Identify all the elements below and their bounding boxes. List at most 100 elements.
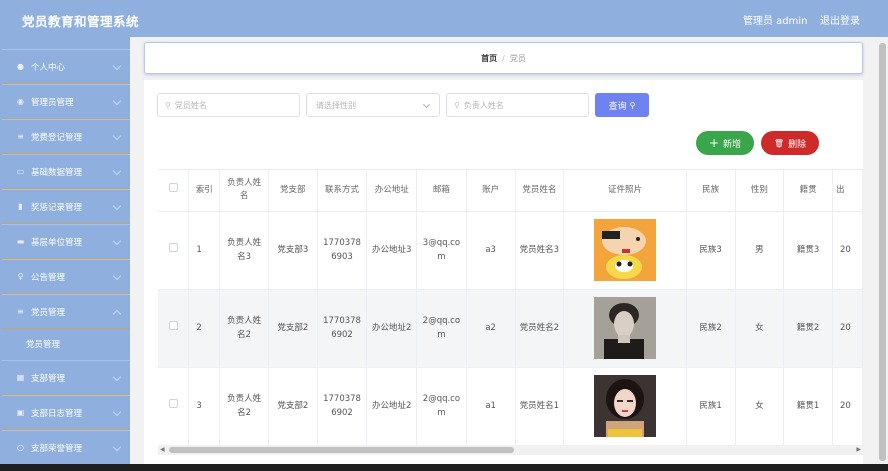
table-header-row: 索引 负责人姓名 党支部 联系方式 办公地址 邮箱 账户 党员姓名 证件照片 民… xyxy=(158,170,863,212)
scrollbar-thumb[interactable] xyxy=(879,43,886,461)
cell-ethnic: 民族3 xyxy=(686,211,736,290)
cell-photo xyxy=(563,367,687,445)
chevron-down-icon xyxy=(112,166,122,176)
id-photo[interactable] xyxy=(594,375,656,437)
cell-phone: 17703786902 xyxy=(317,367,368,445)
sidebar-item-label: 支部管理 xyxy=(31,373,66,384)
cell-birth: 20 xyxy=(832,289,863,368)
id-photo[interactable] xyxy=(594,297,656,359)
table-row[interactable]: 3 负责人姓名2 党支部2 17703786902 办公地址2 2@qq.com… xyxy=(158,367,863,445)
cell-phone: 17703786903 xyxy=(317,211,368,290)
cell-office: 办公地址2 xyxy=(366,289,418,368)
cell-branch: 党支部3 xyxy=(268,211,318,290)
member-name-placeholder: 党员姓名 xyxy=(174,100,207,110)
page-vertical-scrollbar[interactable] xyxy=(877,37,888,471)
breadcrumb-home[interactable]: 首页 xyxy=(481,54,497,63)
app-title: 党员教育和管理系统 xyxy=(22,14,140,29)
breadcrumb: 首页 / 党员 xyxy=(144,42,863,74)
add-label: 新增 xyxy=(723,139,742,150)
sidebar-item-label: 党费登记管理 xyxy=(31,132,83,143)
circle-icon: ○ xyxy=(17,443,24,452)
cell-member: 党员姓名2 xyxy=(515,289,565,368)
cell-member: 党员姓名1 xyxy=(515,367,565,445)
cell-gender: 男 xyxy=(735,211,785,290)
gender-select[interactable]: 请选择性别 xyxy=(306,93,440,117)
table-horizontal-scrollbar[interactable]: ◀ ▶ xyxy=(158,445,863,455)
cell-account: a2 xyxy=(466,289,516,368)
sidebar-item-personal-center[interactable]: ● 个人中心 xyxy=(2,49,130,84)
circle-icon: ◉ xyxy=(17,97,24,106)
column-header: 负责人姓名 xyxy=(219,170,269,212)
sidebar-item-dues[interactable]: ≡ 党费登记管理 xyxy=(2,119,130,154)
sidebar-item-label: 管理员管理 xyxy=(31,97,74,108)
cell-gender: 女 xyxy=(735,367,785,445)
logout-link[interactable]: 退出登录 xyxy=(820,12,860,27)
user-icon: ● xyxy=(17,62,24,71)
cell-birth: 20 xyxy=(832,211,863,290)
chevron-down-icon xyxy=(112,96,122,106)
sidebar-item-notice[interactable]: ♀ 公告管理 xyxy=(2,259,130,294)
column-header: 邮箱 xyxy=(416,170,467,212)
table-row[interactable]: 1 负责人姓名3 党支部3 17703786903 办公地址3 3@qq.com… xyxy=(158,211,863,290)
column-header: 性别 xyxy=(735,170,785,212)
row-checkbox[interactable] xyxy=(168,243,178,252)
scroll-left-icon[interactable]: ◀ xyxy=(160,446,165,453)
leader-name-placeholder: 负责人姓名 xyxy=(463,100,504,110)
table-row[interactable]: 2 负责人姓名2 党支部2 17703786902 办公地址2 2@qq.com… xyxy=(158,289,863,368)
picture-icon: ▣ xyxy=(16,408,25,417)
column-header: 党员姓名 xyxy=(515,170,565,212)
sidebar-item-label: 支部日志管理 xyxy=(31,408,83,419)
column-header: 账户 xyxy=(466,170,516,212)
sidebar-item-branch-honor[interactable]: ○ 支部荣誉管理 xyxy=(2,430,130,465)
main-panel: ⚲ 党员姓名 请选择性别 ⚲ 负责人姓名 查询 ⚲ + 新增 🗑 删除 索引 负责人姓名 … xyxy=(144,80,863,471)
cell-index: 2 xyxy=(188,289,221,368)
cell-ethnic: 民族1 xyxy=(686,367,736,445)
cell-email: 3@qq.com xyxy=(416,211,467,290)
add-button[interactable]: + 新增 xyxy=(696,131,754,155)
list-icon: ≡ xyxy=(17,307,24,316)
cell-email: 2@qq.com xyxy=(416,289,467,368)
sidebar-item-label: 个人中心 xyxy=(31,62,66,73)
cell-branch: 党支部2 xyxy=(268,367,318,445)
chevron-down-icon xyxy=(112,442,122,452)
search-icon: ⚲ xyxy=(454,100,460,110)
chart-icon: ▮ xyxy=(18,202,23,211)
scrollbar-thumb[interactable] xyxy=(169,447,514,453)
sidebar-item-branch-log[interactable]: ▣ 支部日志管理 xyxy=(2,395,130,430)
cell-native: 籍贯3 xyxy=(783,211,833,290)
column-header: 证件照片 xyxy=(563,170,687,212)
chevron-down-icon xyxy=(112,61,122,71)
sidebar-item-admin[interactable]: ◉ 管理员管理 xyxy=(2,84,130,119)
search-icon: ⚲ xyxy=(629,100,636,110)
sidebar-item-basic-data[interactable]: ▭ 基础数据管理 xyxy=(2,154,130,189)
member-name-input[interactable]: ⚲ 党员姓名 xyxy=(157,93,300,117)
cell-member: 党员姓名3 xyxy=(515,211,565,290)
sidebar-item-members[interactable]: ≡ 党员管理 xyxy=(2,294,130,329)
sidebar-item-label: 奖惩记录管理 xyxy=(31,202,83,213)
current-user[interactable]: 管理员 admin xyxy=(743,12,808,27)
query-button[interactable]: 查询 ⚲ xyxy=(595,93,649,117)
sidebar-item-label: 基础数据管理 xyxy=(31,167,83,178)
chevron-down-icon xyxy=(112,201,122,211)
sidebar-item-branch[interactable]: ▦ 支部管理 xyxy=(2,360,130,395)
select-all-checkbox[interactable] xyxy=(168,183,178,193)
id-photo[interactable] xyxy=(594,219,656,281)
row-checkbox[interactable] xyxy=(168,321,178,330)
leader-name-input[interactable]: ⚲ 负责人姓名 xyxy=(446,93,589,117)
scroll-right-icon[interactable]: ▶ xyxy=(856,446,861,453)
sidebar-subitem-members[interactable]: 党员管理 xyxy=(2,329,130,359)
message-icon: ▭ xyxy=(16,167,25,176)
sidebar-item-units[interactable]: ▬ 基层单位管理 xyxy=(2,224,130,259)
delete-button[interactable]: 🗑 删除 xyxy=(761,131,819,155)
select-all-cell[interactable] xyxy=(158,170,190,212)
breadcrumb-separator: / xyxy=(502,54,505,63)
sidebar-item-rewards[interactable]: ▮ 奖惩记录管理 xyxy=(2,189,130,224)
top-bar: 党员教育和管理系统 管理员 admin 退出登录 xyxy=(0,0,888,37)
cell-photo xyxy=(563,211,687,290)
sidebar-item-label: 党员管理 xyxy=(31,307,66,318)
column-header: 党支部 xyxy=(268,170,318,212)
column-header: 办公地址 xyxy=(366,170,418,212)
row-checkbox[interactable] xyxy=(168,399,178,408)
member-table: 索引 负责人姓名 党支部 联系方式 办公地址 邮箱 账户 党员姓名 证件照片 民… xyxy=(158,169,863,445)
cell-office: 办公地址2 xyxy=(366,367,418,445)
